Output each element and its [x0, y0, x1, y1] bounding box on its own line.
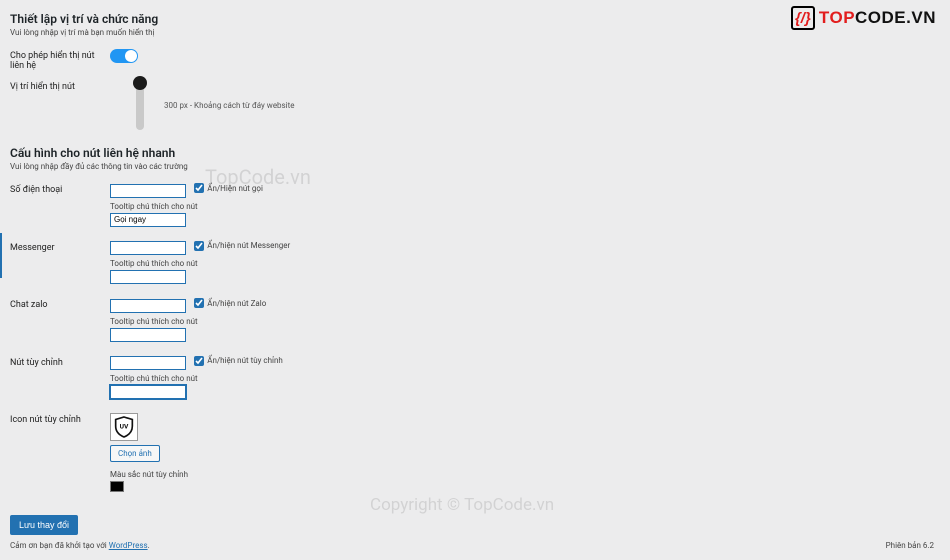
- phone-input[interactable]: [110, 184, 186, 198]
- custom-visible-checkbox-label: Ẩn/hiện nút tùy chỉnh: [207, 356, 283, 365]
- section2-subtitle: Vui lòng nhập đầy đủ các thông tin vào c…: [10, 162, 934, 171]
- custom-tooltip-input[interactable]: [110, 385, 186, 399]
- watermark-top: TopCode.vn: [205, 165, 311, 189]
- messenger-input[interactable]: [110, 241, 186, 255]
- watermark-bottom: Copyright © TopCode.vn: [370, 495, 554, 515]
- phone-label: Số điện thoại: [10, 181, 110, 239]
- svg-text:UV: UV: [120, 423, 129, 431]
- messenger-visible-checkbox-label: Ẩn/hiện nút Messenger: [207, 241, 290, 250]
- section2-table: Số điện thoại Ẩn/Hiện nút gọi Tooltip ch…: [10, 181, 290, 507]
- custom-tooltip-label: Tooltip chú thích cho nút: [110, 374, 290, 383]
- phone-tooltip-input[interactable]: [110, 213, 186, 227]
- position-slider-knob[interactable]: [133, 76, 147, 90]
- zalo-visible-checkbox[interactable]: [194, 298, 204, 308]
- brand-logo: {/} TOPCODE.VN: [791, 6, 936, 30]
- zalo-tooltip-label: Tooltip chú thích cho nút: [110, 317, 290, 326]
- custom-color-label: Màu sắc nút tùy chỉnh: [110, 470, 290, 479]
- icon-label: Icon nút tùy chỉnh: [10, 411, 110, 507]
- shield-uv-icon: UV: [114, 416, 134, 438]
- custom-label: Nút tùy chỉnh: [10, 354, 110, 412]
- zalo-label: Chat zalo: [10, 296, 110, 354]
- messenger-visible-checkbox[interactable]: [194, 241, 204, 251]
- custom-visible-checkbox[interactable]: [194, 356, 204, 366]
- position-slider[interactable]: [136, 80, 144, 130]
- zalo-tooltip-input[interactable]: [110, 328, 186, 342]
- footer-thanks: Cảm ơn bạn đã khởi tạo với WordPress.: [10, 541, 150, 550]
- section1-table: Cho phép hiển thị nút liên hệ Vị trí hiể…: [10, 47, 294, 142]
- zalo-input[interactable]: [110, 299, 186, 313]
- admin-menu-indicator: [0, 233, 2, 278]
- messenger-tooltip-label: Tooltip chú thích cho nút: [110, 259, 290, 268]
- position-slider-value: 300 px - Khoảng cách từ đáy website: [164, 101, 294, 110]
- messenger-label: Messenger: [10, 239, 110, 297]
- position-label: Vị trí hiển thị nút: [10, 78, 110, 142]
- toggle-label: Cho phép hiển thị nút liên hệ: [10, 47, 110, 78]
- wordpress-link[interactable]: WordPress: [109, 541, 148, 550]
- section2-title: Cấu hình cho nút liên hệ nhanh: [10, 146, 934, 160]
- zalo-visible-checkbox-label: Ẩn/hiện nút Zalo: [207, 299, 266, 308]
- messenger-tooltip-input[interactable]: [110, 270, 186, 284]
- show-contact-toggle[interactable]: [110, 49, 138, 63]
- custom-color-swatch[interactable]: [110, 481, 124, 492]
- phone-tooltip-label: Tooltip chú thích cho nút: [110, 202, 290, 211]
- phone-visible-checkbox[interactable]: [194, 183, 204, 193]
- custom-icon-preview: UV: [110, 413, 138, 441]
- custom-input[interactable]: [110, 356, 186, 370]
- footer-version: Phiên bản 6.2: [886, 541, 934, 550]
- save-button[interactable]: Lưu thay đổi: [10, 515, 78, 535]
- brand-braces-icon: {/}: [791, 6, 815, 30]
- choose-image-button[interactable]: Chọn ảnh: [110, 445, 160, 462]
